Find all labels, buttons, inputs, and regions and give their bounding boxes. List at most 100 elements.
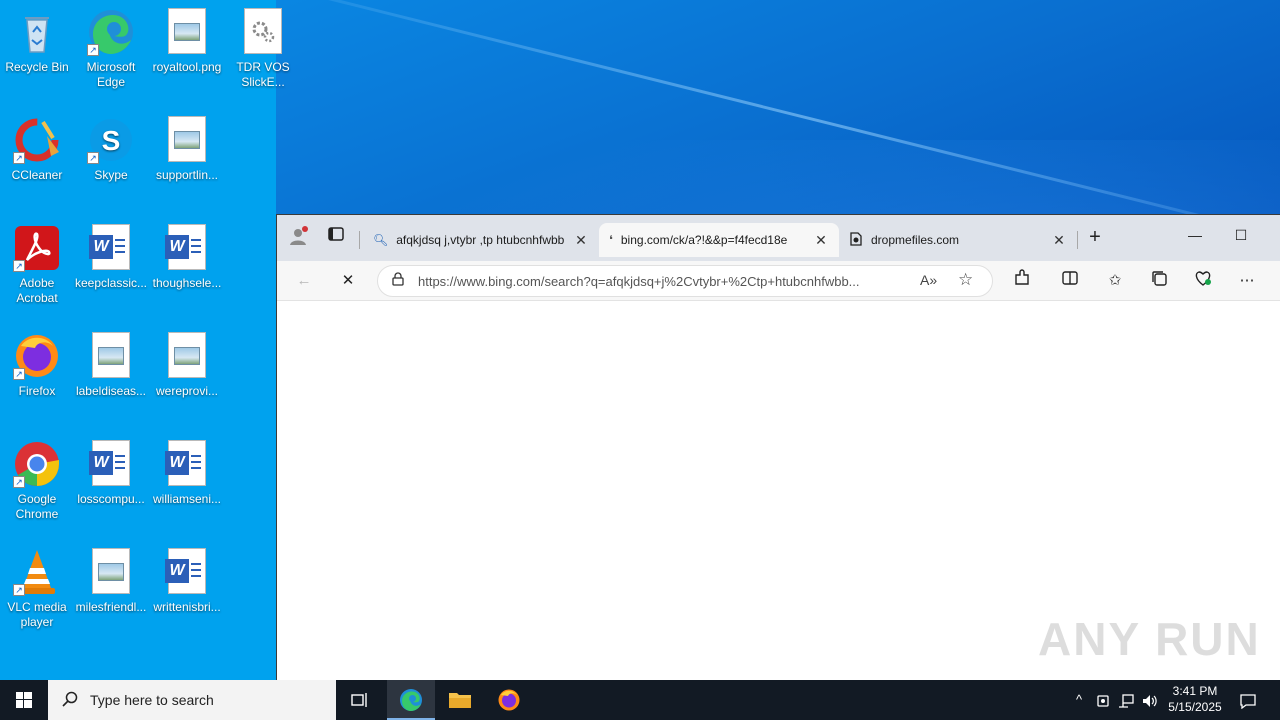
desktop-icon-ccleaner[interactable]: ↗ CCleaner [0, 116, 74, 183]
new-tab-button[interactable]: + [1082, 225, 1108, 249]
chrome-icon: ↗ [13, 440, 61, 488]
taskbar-clock[interactable]: 3:41 PM 5/15/2025 [1160, 683, 1230, 715]
tab-dropmefiles[interactable]: dropmefiles.com ✕ [839, 223, 1077, 257]
desktop-icon-label: Firefox [18, 384, 56, 398]
desktop-icon-milesfriendl[interactable]: milesfriendl... [74, 548, 148, 615]
start-button[interactable] [0, 680, 48, 720]
taskbar: Type here to search ^ 3:41 PM 5/15/2025 [0, 680, 1280, 720]
navigation-toolbar: ← ✕ https://www.bing.com/search?q=afqkjd… [277, 261, 1280, 301]
desktop-icon-label: thoughsele... [152, 276, 222, 290]
desktop-icon-writtenisbri[interactable]: W writtenisbri... [150, 548, 224, 615]
network-icon[interactable] [1116, 680, 1136, 720]
notification-icon[interactable] [1234, 680, 1262, 720]
desktop-icon-label: keepclassic... [74, 276, 148, 290]
desktop-icon-label: VLC media player [7, 600, 67, 629]
settings-file-icon [239, 8, 287, 56]
tab-title: dropmefiles.com [871, 233, 960, 247]
desktop-icon-skype[interactable]: S ↗ Skype [74, 116, 148, 183]
extensions-icon[interactable] [1009, 269, 1035, 293]
desktop-icon-label: milesfriendl... [75, 600, 147, 614]
tab-separator [359, 231, 360, 249]
desktop-icon-supportlin[interactable]: supportlin... [150, 116, 224, 183]
chevron-up-icon[interactable]: ^ [1068, 680, 1090, 720]
desktop-icon-losscompu[interactable]: W losscompu... [74, 440, 148, 507]
lock-icon [392, 271, 404, 291]
word-document-icon: W [163, 548, 211, 596]
page-icon [849, 231, 863, 249]
desktop-icon-google-chrome[interactable]: ↗ Google Chrome [0, 440, 74, 522]
image-file-icon [163, 8, 211, 56]
desktop-icon-williamseni[interactable]: W williamseni... [150, 440, 224, 507]
desktop-icon-tdr-vos[interactable]: TDR VOS SlickE... [226, 8, 300, 90]
desktop-icon-keepclassic[interactable]: W keepclassic... [74, 224, 148, 291]
desktop-icon-label: Google Chrome [15, 492, 59, 521]
tab-strip: 🔍︎ afqkjdsq j,vtybr ,tp htubcnhfwbb ✕ ❛ … [277, 215, 1280, 261]
minimize-button[interactable]: — [1172, 221, 1218, 249]
close-icon[interactable]: ✕ [573, 232, 589, 249]
firefox-icon: ↗ [13, 332, 61, 380]
taskbar-edge-icon[interactable] [387, 680, 435, 720]
svg-text:S: S [102, 125, 121, 156]
clock-date: 5/15/2025 [1168, 700, 1222, 714]
taskbar-firefox-icon[interactable] [485, 680, 533, 720]
image-file-icon [163, 116, 211, 164]
search-icon: 🔍︎ [373, 233, 389, 247]
volume-icon[interactable] [1140, 680, 1160, 720]
image-file-icon [87, 332, 135, 380]
address-bar[interactable]: https://www.bing.com/search?q=afqkjdsq+j… [377, 265, 993, 297]
tab-title: afqkjdsq j,vtybr ,tp htubcnhfwbb [396, 233, 565, 247]
image-file-icon [87, 548, 135, 596]
close-icon[interactable]: ✕ [813, 232, 829, 249]
clock-time: 3:41 PM [1172, 684, 1218, 698]
desktop-icon-thoughsele[interactable]: W thoughsele... [150, 224, 224, 291]
close-icon[interactable]: ✕ [1051, 232, 1067, 249]
desktop-icon-wereprovi[interactable]: wereprovi... [150, 332, 224, 399]
stop-loading-icon[interactable]: ✕ [335, 269, 361, 293]
ccleaner-icon: ↗ [13, 116, 61, 164]
read-aloud-icon[interactable]: A» [920, 272, 937, 288]
desktop-icon-label: TDR VOS SlickE... [236, 60, 290, 89]
skype-icon: S ↗ [87, 116, 135, 164]
tab-separator [1077, 231, 1078, 249]
task-view-icon[interactable] [336, 680, 384, 720]
word-document-icon: W [87, 440, 135, 488]
browser-essentials-icon[interactable] [1190, 269, 1216, 293]
desktop-icon-microsoft-edge[interactable]: ↗ Microsoft Edge [74, 8, 148, 90]
tab-actions-icon[interactable] [323, 225, 349, 249]
desktop-icon-label: labeldiseas... [75, 384, 147, 398]
settings-more-icon[interactable]: ⋯ [1234, 269, 1260, 293]
desktop-icon-label: supportlin... [155, 168, 219, 182]
edge-icon: ↗ [87, 8, 135, 56]
file-explorer-icon[interactable] [436, 680, 484, 720]
desktop-icon-adobe-acrobat[interactable]: ↗ Adobe Acrobat [0, 224, 74, 306]
favorite-star-icon[interactable]: ☆ [958, 270, 973, 290]
split-screen-icon[interactable] [1057, 269, 1083, 293]
maximize-button[interactable]: ☐ [1218, 221, 1264, 249]
desktop-icon-firefox[interactable]: ↗ Firefox [0, 332, 74, 399]
url-text: https://www.bing.com/search?q=afqkjdsq+j… [418, 273, 860, 289]
acrobat-icon: ↗ [13, 224, 61, 272]
search-placeholder: Type here to search [90, 692, 214, 708]
collections-icon[interactable] [1146, 269, 1172, 293]
desktop-icon-label: williamseni... [152, 492, 221, 506]
loading-icon: ❛ [609, 233, 613, 247]
word-document-icon: W [163, 440, 211, 488]
desktop-icon-label: Microsoft Edge [86, 60, 136, 89]
desktop-icon-royaltool[interactable]: royaltool.png [150, 8, 224, 75]
desktop-icon-label: wereprovi... [155, 384, 219, 398]
desktop-icon-recycle-bin[interactable]: Recycle Bin [0, 8, 74, 75]
tab-bing-redirect[interactable]: ❛ bing.com/ck/a?!&&p=f4fecd18e ✕ [599, 223, 839, 257]
vlc-icon: ↗ [13, 548, 61, 596]
tab-title: bing.com/ck/a?!&&p=f4fecd18e [620, 233, 788, 247]
network-device-icon[interactable] [1094, 680, 1112, 720]
edge-browser-window: 🔍︎ afqkjdsq j,vtybr ,tp htubcnhfwbb ✕ ❛ … [276, 214, 1280, 681]
profile-icon[interactable] [285, 225, 311, 249]
tab-search-results[interactable]: 🔍︎ afqkjdsq j,vtybr ,tp htubcnhfwbb ✕ [363, 223, 599, 257]
desktop-icon-vlc[interactable]: ↗ VLC media player [0, 548, 74, 630]
back-arrow-icon[interactable]: ← [291, 269, 317, 293]
favorites-icon[interactable]: ✩ [1102, 269, 1128, 293]
taskbar-search-box[interactable]: Type here to search [48, 680, 336, 720]
desktop-icon-label: losscompu... [77, 492, 145, 506]
search-icon [62, 691, 78, 710]
desktop-icon-labeldiseas[interactable]: labeldiseas... [74, 332, 148, 399]
